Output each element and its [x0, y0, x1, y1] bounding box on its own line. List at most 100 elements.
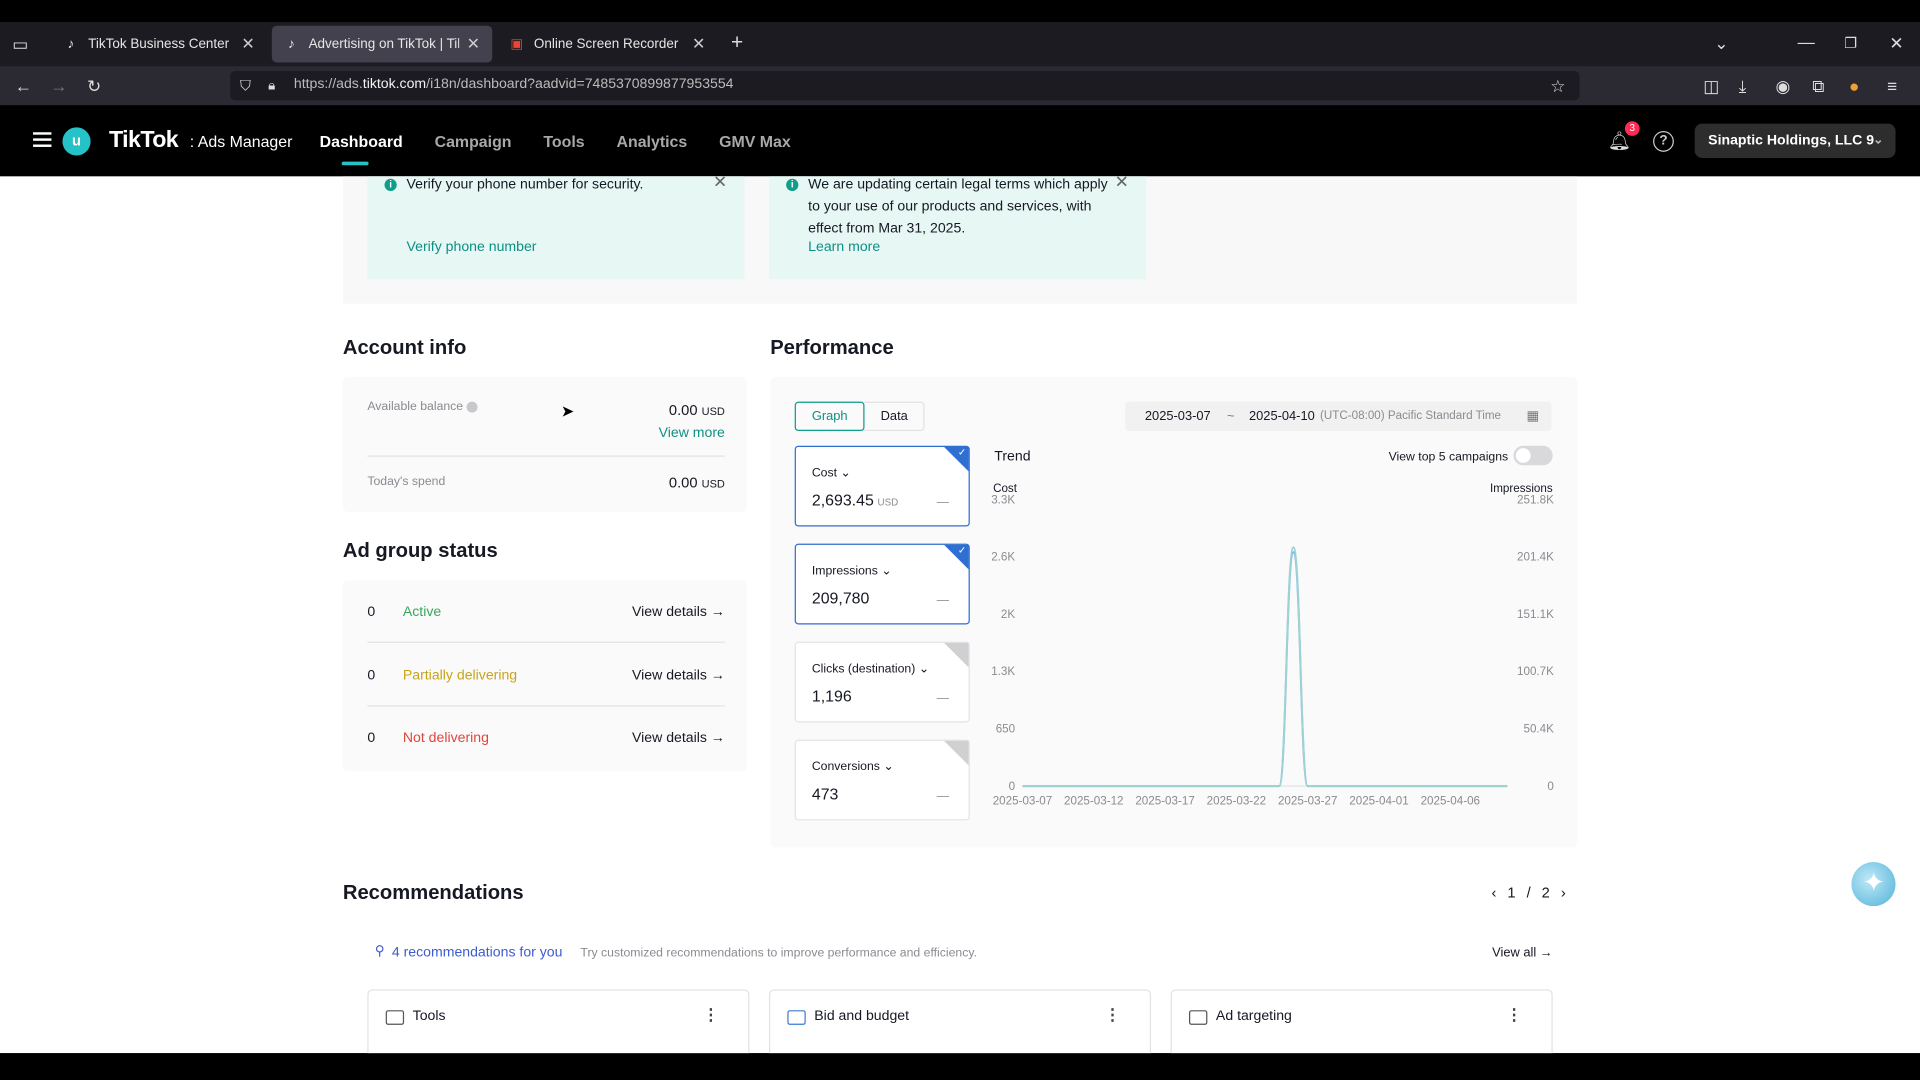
back-icon[interactable]: ←	[15, 77, 32, 94]
browser-tab[interactable]: ♪ TikTok Business Center ✕	[51, 26, 267, 63]
view-more-link[interactable]: View more	[659, 426, 725, 441]
divider	[367, 641, 725, 643]
info-icon: i	[384, 178, 397, 192]
nav-gmv-max[interactable]: GMV Max	[719, 132, 791, 150]
close-tab-icon[interactable]: ✕	[241, 34, 254, 54]
divider	[367, 455, 725, 457]
status-label: Partially delivering	[402, 668, 518, 684]
ad-group-status-card: 0 Active View details → 0 Partially deli…	[342, 580, 747, 772]
view-details-link[interactable]: View details →	[632, 669, 725, 684]
reload-icon[interactable]: ↻	[87, 77, 101, 94]
metric-card-impressions[interactable]: Impressions ⌄ 209,780 — ✓	[794, 543, 970, 625]
more-options-icon[interactable]: ⋮	[1104, 1005, 1120, 1025]
chevron-left-icon[interactable]: ‹	[1491, 884, 1496, 901]
lock-icon[interactable]: 🔒︎	[268, 77, 275, 94]
close-icon[interactable]: ✕	[1115, 176, 1129, 192]
nav-tools[interactable]: Tools	[543, 132, 584, 150]
more-options-icon[interactable]: ⋮	[1506, 1005, 1522, 1025]
hamburger-menu-icon[interactable]	[33, 132, 52, 147]
x-tick: 2025-03-07	[993, 794, 1052, 807]
view-details-link[interactable]: View details →	[632, 731, 725, 746]
tab-graph[interactable]: Graph	[794, 401, 865, 432]
tab-overflow-icon[interactable]: ⌄	[1714, 34, 1728, 51]
close-icon[interactable]: ✕	[713, 176, 727, 192]
y-right-tick: 0	[1547, 780, 1554, 793]
budget-icon	[787, 1010, 806, 1025]
address-bar[interactable]: ⛉ 🔒︎ https://ads.tiktok.com/i18n/dashboa…	[230, 71, 1580, 101]
restore-icon[interactable]: ❐	[1844, 34, 1857, 51]
metric-name: Cost ⌄	[811, 466, 851, 481]
x-tick: 2025-03-27	[1278, 794, 1337, 807]
rec-card-ad-targeting[interactable]: Ad targeting ⋮	[1170, 989, 1553, 1054]
tab-data[interactable]: Data	[865, 403, 924, 430]
series-line-impressions	[1022, 546, 1508, 788]
y-left-tick: 2.6K	[991, 551, 1015, 564]
metric-unit: USD	[877, 497, 899, 509]
extensions-icon[interactable]: ⧉	[1812, 77, 1824, 94]
browser-tab-active[interactable]: ♪ Advertising on TikTok | TikTok A ✕	[271, 25, 493, 63]
forward-icon[interactable]: →	[50, 77, 67, 94]
page-current: 1	[1507, 884, 1516, 902]
view-all-link[interactable]: View all →	[1492, 945, 1553, 960]
date-range-picker[interactable]: 2025-03-07 ~ 2025-04-10 (UTC-08:00) Paci…	[1125, 401, 1552, 432]
account-info-title: Account info	[342, 336, 467, 359]
help-icon[interactable]: ?	[1653, 131, 1674, 152]
metric-name-text: Conversions	[811, 760, 880, 774]
tab-list-icon[interactable]: ▭	[12, 36, 28, 53]
top5-label: View top 5 campaigns	[1388, 450, 1509, 465]
view-details-link[interactable]: View details →	[632, 605, 725, 620]
rec-count[interactable]: 4 recommendations for you	[392, 945, 563, 960]
calendar-icon: ▦	[1526, 408, 1540, 424]
metric-card-clicks[interactable]: Clicks (destination) ⌄ 1,196 —	[794, 641, 970, 723]
balance-value: 0.00 USD	[669, 402, 725, 419]
notice-text: We are updating certain legal terms whic…	[808, 177, 1108, 237]
account-name: Sinaptic Holdings, LLC 9	[1708, 133, 1875, 149]
extension-icon[interactable]: ●	[1849, 77, 1859, 94]
menu-icon[interactable]: ≡	[1887, 77, 1897, 94]
close-window-icon[interactable]: ✕	[1889, 34, 1903, 51]
x-tick: 2025-03-17	[1135, 794, 1194, 807]
x-tick: 2025-04-06	[1421, 794, 1480, 807]
close-tab-icon[interactable]: ✕	[467, 34, 480, 54]
page-separator: /	[1526, 884, 1531, 902]
rec-pagination: ‹ 1 / 2 ›	[1491, 884, 1565, 901]
download-icon[interactable]: ⤓	[1739, 77, 1747, 94]
metric-change: —	[936, 593, 949, 608]
new-tab-icon[interactable]: +	[731, 32, 743, 53]
assistant-button[interactable]	[1851, 862, 1896, 907]
browser-tab[interactable]: ▣ Online Screen Recorder ✕	[497, 26, 717, 63]
balance-label: Available balance	[367, 400, 478, 414]
metric-card-conversions[interactable]: Conversions ⌄ 473 —	[794, 739, 970, 821]
verify-phone-link[interactable]: Verify phone number	[407, 240, 537, 255]
top5-toggle[interactable]	[1513, 445, 1553, 466]
more-options-icon[interactable]: ⋮	[703, 1005, 719, 1025]
chevron-right-icon[interactable]: ›	[1561, 884, 1566, 901]
nav-analytics[interactable]: Analytics	[616, 132, 687, 150]
account-switcher[interactable]: Sinaptic Holdings, LLC 9 ⌄	[1694, 123, 1896, 158]
avatar[interactable]: u	[62, 127, 91, 156]
chevron-down-icon: ⌄	[1873, 133, 1884, 147]
nav-dashboard[interactable]: Dashboard	[320, 132, 403, 166]
rec-card-bid-budget[interactable]: Bid and budget ⋮	[768, 989, 1152, 1054]
balance-amount: 0.00	[668, 401, 698, 419]
close-tab-icon[interactable]: ✕	[692, 34, 705, 54]
learn-more-link[interactable]: Learn more	[808, 240, 880, 255]
tab-strip: ▭ ♪ TikTok Business Center ✕ ♪ Advertisi…	[0, 22, 1920, 67]
rec-card-label: Ad targeting	[1215, 1008, 1292, 1024]
metric-card-cost[interactable]: Cost ⌄ 2,693.45 USD — ✓	[794, 445, 970, 527]
nav-campaign[interactable]: Campaign	[435, 132, 512, 150]
info-icon[interactable]	[466, 401, 478, 413]
pocket-icon[interactable]: ◫	[1703, 77, 1719, 94]
account-icon[interactable]: ◉	[1776, 77, 1791, 94]
rec-card-tools[interactable]: Tools ⋮	[367, 989, 750, 1054]
minimize-icon[interactable]: —	[1798, 33, 1815, 50]
y-left-tick: 1.3K	[991, 665, 1015, 678]
bookmark-star-icon[interactable]: ☆	[1550, 77, 1565, 94]
metric-name-text: Cost	[811, 466, 838, 481]
metric-value: 1,196	[811, 686, 852, 706]
metric-value: 2,693.45 USD	[812, 491, 898, 509]
balance-label-text: Available balance	[367, 400, 464, 414]
tiktok-logo[interactable]: TikTok	[109, 127, 179, 154]
browser-toolbar: ← → ↻ ⛉ 🔒︎ https://ads.tiktok.com/i18n/d…	[0, 66, 1920, 106]
shield-icon[interactable]: ⛉	[240, 77, 251, 94]
